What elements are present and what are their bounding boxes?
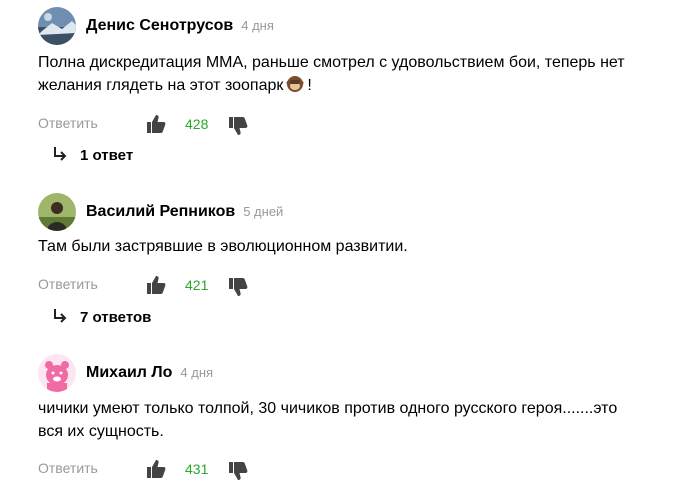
reply-button[interactable]: Ответить xyxy=(38,115,98,131)
comment-time: 5 дней xyxy=(243,204,284,219)
like-count: 431 xyxy=(185,461,209,477)
comment-time: 4 дня xyxy=(241,18,274,33)
thumbs-down-icon[interactable] xyxy=(228,277,248,297)
reply-button[interactable]: Ответить xyxy=(38,276,98,292)
like-count: 428 xyxy=(185,116,209,132)
author-name[interactable]: Василий Репников 5 дней xyxy=(86,203,283,221)
reply-arrow-icon xyxy=(52,146,68,162)
comment-actions: Ответить 421 xyxy=(38,275,278,297)
reply-arrow-icon xyxy=(52,308,68,324)
comment-time: 4 дня xyxy=(180,365,214,380)
author-name[interactable]: Михаил Ло 4 дня xyxy=(86,364,213,382)
comment-text: Там были застрявшие в эволюционном разви… xyxy=(38,238,408,255)
thumbs-up-icon[interactable] xyxy=(146,114,166,134)
avatar[interactable] xyxy=(38,193,76,231)
comment-actions: Ответить 431 xyxy=(38,459,278,481)
replies-count: 1 ответ xyxy=(80,147,134,164)
reply-button[interactable]: Ответить xyxy=(38,460,98,476)
avatar[interactable] xyxy=(38,7,76,45)
thumbs-down-icon[interactable] xyxy=(228,116,248,136)
replies-toggle[interactable]: 1 ответ xyxy=(52,146,133,166)
author-name[interactable]: Денис Сенотрусов 4 дня xyxy=(86,17,274,35)
avatar[interactable] xyxy=(38,354,76,392)
comment-text: чичики умеют только толпой, 30 чичиков п… xyxy=(38,400,618,440)
monkey-emoji-icon xyxy=(286,75,304,93)
thumbs-down-icon[interactable] xyxy=(228,461,248,481)
comment-actions: Ответить 428 xyxy=(38,114,278,136)
like-count: 421 xyxy=(185,277,209,293)
replies-count: 7 ответов xyxy=(80,309,152,326)
thumbs-up-icon[interactable] xyxy=(146,459,166,479)
comment-text: Полна дискредитация ММА, раньше смотрел … xyxy=(38,54,625,94)
thumbs-up-icon[interactable] xyxy=(146,275,166,295)
replies-toggle[interactable]: 7 ответов xyxy=(52,308,151,328)
